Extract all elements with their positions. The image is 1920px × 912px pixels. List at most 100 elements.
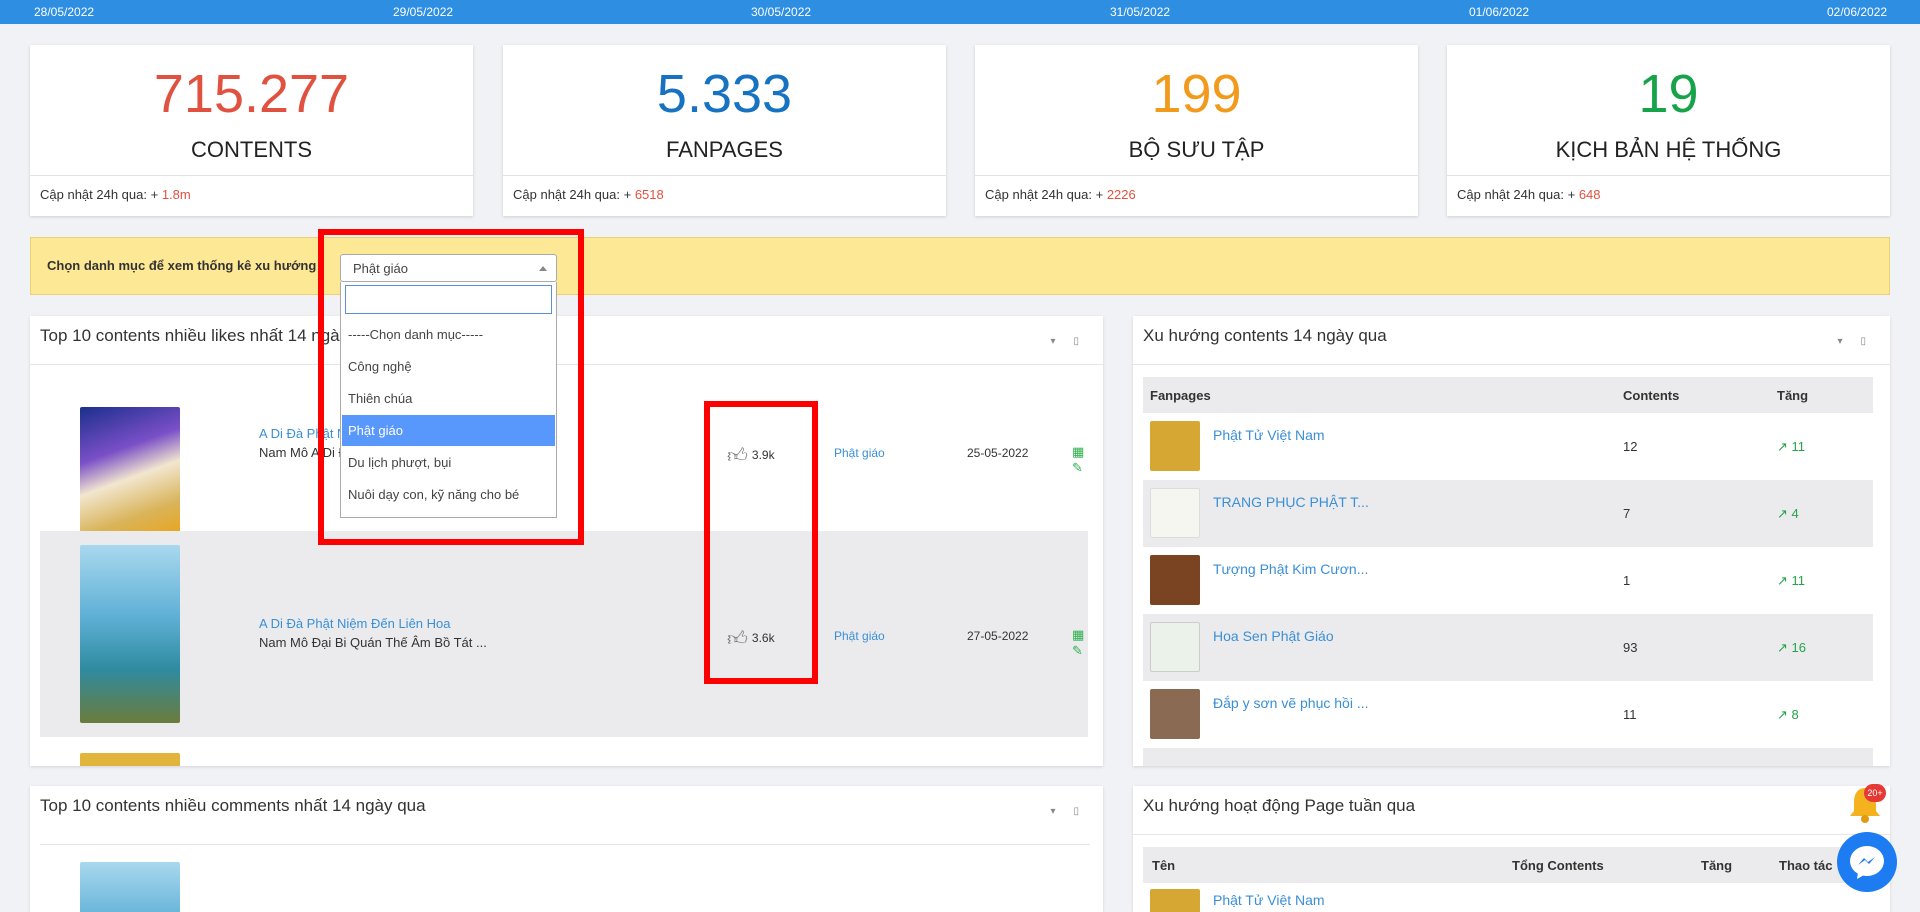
fanpage-avatar[interactable]: [1150, 889, 1200, 912]
panel-tools: ▾ ▯: [1819, 336, 1866, 347]
content-description: Nam Mô Đại Bi Quán Thế Âm Bồ Tát ...: [259, 635, 487, 650]
highlight-box-likes: [704, 401, 818, 684]
increase-value: ↗ 11: [1777, 439, 1806, 454]
table-row[interactable]: Phật Tử Việt Nam 12 ↗ 11: [1143, 413, 1873, 480]
calendar-icon[interactable]: ▦: [1072, 627, 1084, 642]
content-thumbnail[interactable]: [80, 862, 180, 912]
expand-icon[interactable]: ▯: [1073, 336, 1079, 347]
content-count: 11: [1623, 707, 1637, 722]
fanpage-avatar[interactable]: [1150, 421, 1200, 471]
stat-value: 199: [1151, 64, 1242, 124]
stat-card-contents: 715.277 CONTENTS Cập nhật 24h qua: + 1.8…: [30, 45, 473, 216]
row-actions: ▦ ✎: [1072, 627, 1088, 659]
date-axis-bar: 28/05/2022 29/05/2022 30/05/2022 31/05/2…: [0, 0, 1920, 24]
stat-value: 19: [1638, 64, 1699, 124]
column-header: Tăng: [1777, 388, 1809, 403]
category-filter-bar: Chọn danh mục để xem thống kê xu hướng: [30, 237, 1890, 295]
panel-title: Xu hướng hoạt động Page tuần qua: [1143, 796, 1416, 815]
table-row[interactable]: Đắp y sơn vẽ phục hồi ... 11 ↗ 8: [1143, 681, 1873, 748]
date-label: 29/05/2022: [393, 5, 454, 19]
table-row[interactable]: Phật Tử Việt Nam: [1143, 883, 1873, 912]
table-row[interactable]: Hoa Sen Phật Giáo 93 ↗ 16: [1143, 614, 1873, 681]
increase-value: ↗ 16: [1777, 640, 1806, 655]
fanpage-avatar[interactable]: [1150, 622, 1200, 672]
notification-badge: 20+: [1864, 784, 1886, 802]
filter-label: Chọn danh mục để xem thống kê xu hướng: [47, 258, 317, 273]
divider: [40, 844, 1090, 845]
fanpage-name-link[interactable]: Phật Tử Việt Nam: [1213, 427, 1325, 443]
stat-value: 715.277: [153, 64, 350, 124]
trending-up-icon: ↗: [1777, 640, 1788, 655]
content-count: 7: [1623, 506, 1631, 521]
top-comments-panel: Top 10 contents nhiều comments nhất 14 n…: [30, 786, 1103, 912]
content-thumbnail[interactable]: [80, 545, 180, 723]
content-thumbnail[interactable]: [80, 753, 180, 766]
fanpage-name-link[interactable]: Tượng Phật Kim Cươn...: [1213, 561, 1368, 577]
content-title-link[interactable]: A Di Đà Phật Niệm Đến Liên Hoa: [259, 616, 450, 631]
divider: [30, 175, 473, 176]
panel-tools: ▾ ▯: [1032, 806, 1079, 817]
fanpage-name-link[interactable]: Hoa Sen Phật Giáo: [1213, 628, 1334, 644]
stat-update: Cập nhật 24h qua: + 1.8m: [40, 187, 191, 202]
trending-up-icon: ↗: [1777, 506, 1788, 521]
divider: [975, 175, 1418, 176]
trend-contents-panel: Xu hướng contents 14 ngày qua ▾ ▯ Fanpage…: [1133, 316, 1890, 766]
stat-label: KỊCH BẢN HỆ THỐNG: [1555, 137, 1782, 162]
content-count: 93: [1623, 640, 1638, 655]
panel-title: Top 10 contents nhiều comments nhất 14 n…: [40, 796, 426, 815]
column-header: Contents: [1623, 388, 1680, 403]
table-row[interactable]: TRANG PHỤC PHẬT T... 7 ↗ 4: [1143, 480, 1873, 547]
row-actions: ▦ ✎: [1072, 444, 1088, 476]
stat-label: FANPAGES: [666, 137, 783, 162]
divider: [1133, 834, 1890, 835]
stat-update: Cập nhật 24h qua: + 648: [1457, 187, 1601, 202]
expand-icon[interactable]: ▯: [1860, 336, 1866, 347]
fanpage-name-link[interactable]: TRANG PHỤC PHẬT T...: [1213, 494, 1369, 510]
edit-icon[interactable]: ✎: [1072, 460, 1083, 475]
divider: [503, 175, 946, 176]
fanpage-name-link[interactable]: Đắp y sơn vẽ phục hồi ...: [1213, 695, 1368, 711]
table-header-row: Fanpages Contents Tăng: [1143, 377, 1873, 413]
stat-label: CONTENTS: [191, 137, 312, 162]
date-label: 01/06/2022: [1469, 5, 1530, 19]
category-link[interactable]: Phật giáo: [834, 446, 885, 460]
stat-card-scripts: 19 KỊCH BẢN HỆ THỐNG Cập nhật 24h qua: +…: [1447, 45, 1890, 216]
edit-icon[interactable]: ✎: [1072, 643, 1083, 658]
content-count: 12: [1623, 439, 1638, 454]
fanpage-avatar[interactable]: [1150, 689, 1200, 739]
collapse-icon[interactable]: ▾: [1050, 806, 1055, 817]
trending-up-icon: ↗: [1777, 707, 1788, 722]
calendar-icon[interactable]: ▦: [1072, 444, 1084, 459]
table-header-row: Tên Tổng Contents Tăng Thao tác: [1143, 847, 1873, 883]
content-date: 27-05-2022: [967, 629, 1029, 643]
fanpage-name-link[interactable]: Phật Tử Việt Nam: [1213, 892, 1325, 908]
panel-title: Xu hướng contents 14 ngày qua: [1143, 326, 1387, 345]
date-label: 28/05/2022: [34, 5, 95, 19]
date-label: 02/06/2022: [1827, 5, 1888, 19]
divider: [1447, 175, 1890, 176]
collapse-icon[interactable]: ▾: [1837, 336, 1842, 347]
collapse-icon[interactable]: ▾: [1050, 336, 1055, 347]
column-header: Tổng Contents: [1512, 858, 1604, 873]
stat-value: 5.333: [656, 64, 793, 124]
expand-icon[interactable]: ▯: [1073, 806, 1079, 817]
content-date: 25-05-2022: [967, 446, 1029, 460]
stat-update: Cập nhật 24h qua: + 6518: [513, 187, 664, 202]
column-header: Thao tác: [1779, 858, 1833, 873]
divider: [1133, 364, 1890, 365]
increase-value: ↗ 11: [1777, 573, 1806, 588]
messenger-icon[interactable]: [1837, 832, 1897, 892]
date-label: 30/05/2022: [751, 5, 812, 19]
content-thumbnail[interactable]: [80, 407, 180, 533]
highlight-box-dropdown: [318, 229, 584, 545]
stat-label: BỘ SƯU TẬP: [1128, 137, 1265, 162]
stat-card-collections: 199 BỘ SƯU TẬP Cập nhật 24h qua: + 2226: [975, 45, 1418, 216]
fanpage-avatar[interactable]: [1150, 488, 1200, 538]
fanpage-avatar[interactable]: [1150, 555, 1200, 605]
content-count: 1: [1623, 573, 1631, 588]
table-row[interactable]: [1143, 748, 1873, 766]
table-row[interactable]: A Di Đà Phật Niệm Đến Liên Hoa Nam Mô Đạ…: [40, 531, 1088, 737]
category-link[interactable]: Phật giáo: [834, 629, 885, 643]
column-header: Tên: [1152, 858, 1176, 873]
table-row[interactable]: Tượng Phật Kim Cươn... 1 ↗ 11: [1143, 547, 1873, 614]
